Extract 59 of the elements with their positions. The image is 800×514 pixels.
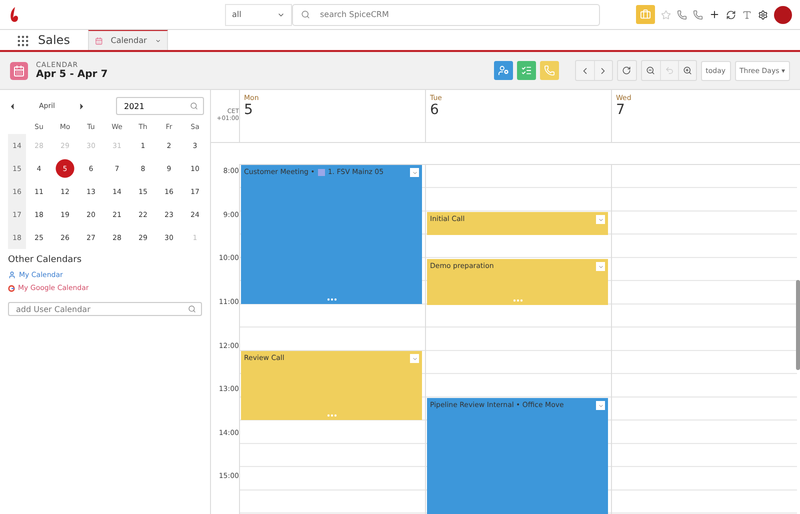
search-box[interactable]: search SpiceCRM xyxy=(292,4,600,26)
caret-icon xyxy=(598,402,604,408)
search-icon xyxy=(301,10,310,19)
phone-icon[interactable] xyxy=(693,10,703,20)
google-icon xyxy=(8,284,15,292)
date-number: 5 xyxy=(244,102,254,118)
sync-icon[interactable] xyxy=(726,10,736,20)
module-select[interactable]: all xyxy=(225,4,292,26)
event-menu-button[interactable] xyxy=(410,354,419,363)
event-menu-button[interactable] xyxy=(596,262,605,271)
event-menu-button[interactable] xyxy=(410,168,419,177)
search-icon xyxy=(190,102,198,110)
account-icon xyxy=(318,168,325,176)
add-calendar-box[interactable]: add User Calendar xyxy=(8,302,202,316)
previous-month-button[interactable] xyxy=(8,102,17,110)
search-field[interactable]: search SpiceCRM xyxy=(318,9,591,20)
zoom-in-icon xyxy=(682,66,692,75)
user-gear-icon xyxy=(498,65,509,76)
date-number: 6 xyxy=(430,102,440,118)
caret-icon xyxy=(412,356,418,362)
user-settings-button[interactable] xyxy=(494,61,513,80)
add-calendar-field[interactable]: add User Calendar xyxy=(14,304,188,314)
year-box[interactable]: 2021 xyxy=(116,97,204,115)
year-field[interactable]: 2021 xyxy=(122,100,190,112)
phone-icon xyxy=(544,65,555,76)
checklist-icon xyxy=(520,65,532,76)
caret-icon xyxy=(598,264,604,270)
calendar-icon xyxy=(10,62,28,80)
undo-icon xyxy=(664,66,674,75)
settings-icon[interactable] xyxy=(758,10,768,20)
date-range-title: Apr 5 - Apr 7 xyxy=(36,69,108,80)
task-list-button[interactable] xyxy=(516,61,536,80)
star-icon[interactable] xyxy=(661,10,671,20)
user-icon xyxy=(8,271,16,279)
calendar-tab[interactable]: Calendar xyxy=(88,30,168,50)
section-title: Other Calendars xyxy=(8,255,83,265)
caret-icon xyxy=(412,170,418,176)
app-name: Sales xyxy=(38,32,71,49)
phone-icon[interactable] xyxy=(677,10,687,20)
more-icon[interactable] xyxy=(326,298,336,301)
plus-icon[interactable] xyxy=(709,9,720,20)
search-icon xyxy=(188,305,196,313)
scrollbar[interactable] xyxy=(796,280,800,370)
next-month-button[interactable] xyxy=(77,102,86,110)
apps-grid-icon[interactable] xyxy=(16,34,30,48)
zoom-out-icon xyxy=(646,66,656,75)
briefcase-icon xyxy=(640,9,651,20)
event-menu-button[interactable] xyxy=(596,401,605,410)
chevron-right-icon xyxy=(77,102,86,110)
date-number: 7 xyxy=(616,102,626,118)
logo-icon xyxy=(8,6,20,24)
event-menu-button[interactable] xyxy=(596,215,605,224)
user-avatar[interactable] xyxy=(774,6,792,24)
chevron-left-icon xyxy=(8,102,17,110)
briefcase-button[interactable] xyxy=(636,5,655,24)
font-icon[interactable] xyxy=(742,10,752,20)
caret-icon xyxy=(598,216,604,222)
refresh-icon xyxy=(622,66,632,75)
calendar-icon xyxy=(95,36,103,46)
